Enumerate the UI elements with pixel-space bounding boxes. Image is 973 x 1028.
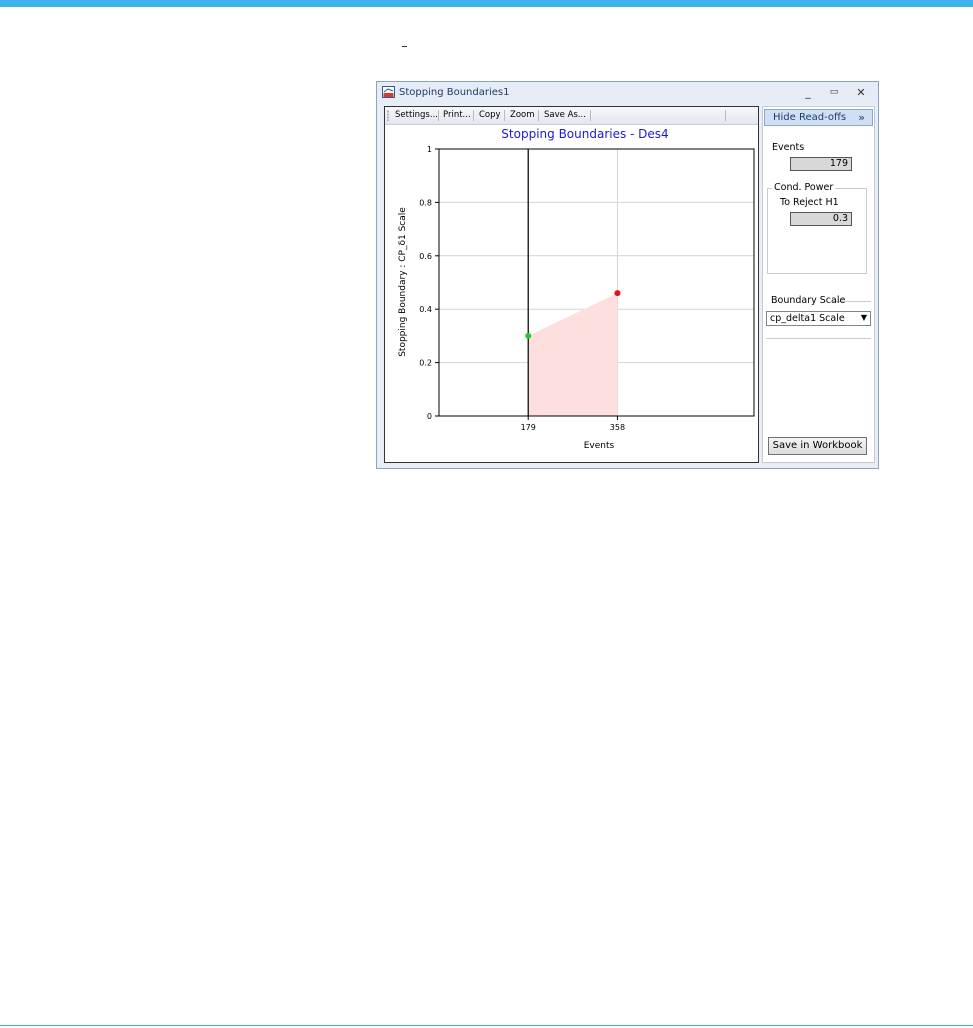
y-tick-label: 0.6 bbox=[419, 252, 432, 261]
y-tick-label: 0.4 bbox=[419, 305, 432, 314]
x-tick-label: 179 bbox=[521, 423, 536, 432]
events-label: Events bbox=[772, 142, 805, 153]
section-divider bbox=[766, 338, 871, 339]
close-button[interactable]: ✕ bbox=[850, 84, 872, 101]
boundary-scale-select[interactable]: cp_delta1 Scale ▼ bbox=[766, 311, 871, 326]
x-axis-label: Events bbox=[584, 441, 615, 451]
reject-h1-label: To Reject H1 bbox=[780, 197, 839, 208]
copy-button[interactable]: Copy bbox=[479, 110, 501, 120]
maximize-button[interactable]: ▭ bbox=[823, 84, 845, 101]
y-tick-label: 1 bbox=[427, 145, 432, 154]
boundary-scale-title: Boundary Scale bbox=[771, 295, 846, 306]
boundary-point bbox=[525, 332, 532, 339]
dropdown-arrow-icon: ▼ bbox=[860, 313, 867, 322]
zoom-button[interactable]: Zoom bbox=[510, 110, 535, 120]
boundary-region bbox=[528, 293, 618, 416]
settings-button[interactable]: Settings... bbox=[395, 110, 438, 120]
window-titlebar[interactable]: Stopping Boundaries1 _ ▭ ✕ bbox=[377, 82, 878, 103]
stopping-boundaries-window: Stopping Boundaries1 _ ▭ ✕ Settings... P… bbox=[376, 81, 879, 469]
top-accent-bar bbox=[0, 0, 973, 7]
chart-toolbar: Settings... Print... Copy Zoom Save As..… bbox=[385, 107, 758, 125]
hide-readoffs-label: Hide Read-offs bbox=[773, 112, 847, 123]
bottom-accent-line bbox=[0, 1025, 973, 1026]
hide-readoffs-button[interactable]: Hide Read-offs » bbox=[764, 109, 873, 126]
toolbar-grip-icon[interactable] bbox=[387, 110, 389, 121]
boundary-scale-value: cp_delta1 Scale bbox=[770, 313, 845, 324]
y-tick-label: 0.2 bbox=[419, 359, 432, 368]
reject-h1-value-field: 0.3 bbox=[790, 212, 852, 226]
save-in-workbook-button[interactable]: Save in Workbook bbox=[768, 437, 867, 455]
toolbar-separator bbox=[725, 110, 726, 121]
print-button[interactable]: Print... bbox=[443, 110, 471, 120]
toolbar-separator bbox=[504, 110, 505, 121]
window-title: Stopping Boundaries1 bbox=[399, 87, 510, 98]
save-as-button[interactable]: Save As... bbox=[544, 110, 586, 120]
chart-panel: Settings... Print... Copy Zoom Save As..… bbox=[384, 106, 759, 463]
chevron-right-icon: » bbox=[858, 111, 865, 124]
toolbar-separator bbox=[473, 110, 474, 121]
readoffs-panel: Hide Read-offs » Events 179 Cond. Power … bbox=[762, 106, 875, 463]
x-tick-label: 358 bbox=[610, 423, 625, 432]
toolbar-separator bbox=[438, 110, 439, 121]
events-value-field: 179 bbox=[790, 157, 852, 171]
stopping-boundaries-chart[interactable]: Stopping Boundaries - Des4 0 0.2 0.4 0.6 0.8… bbox=[385, 124, 758, 463]
y-axis-label: Stopping Boundary : CP_δ1 Scale bbox=[398, 207, 408, 357]
cond-power-title: Cond. Power bbox=[772, 182, 836, 193]
dash-mark bbox=[402, 46, 407, 47]
toolbar-separator bbox=[590, 110, 591, 121]
y-tick-label: 0 bbox=[427, 412, 432, 421]
app-icon bbox=[382, 86, 395, 98]
boundary-point bbox=[614, 290, 621, 297]
toolbar-separator bbox=[538, 110, 539, 121]
minimize-button[interactable]: _ bbox=[797, 84, 819, 101]
y-tick-label: 0.8 bbox=[419, 198, 432, 207]
chart-title: Stopping Boundaries - Des4 bbox=[501, 127, 668, 141]
